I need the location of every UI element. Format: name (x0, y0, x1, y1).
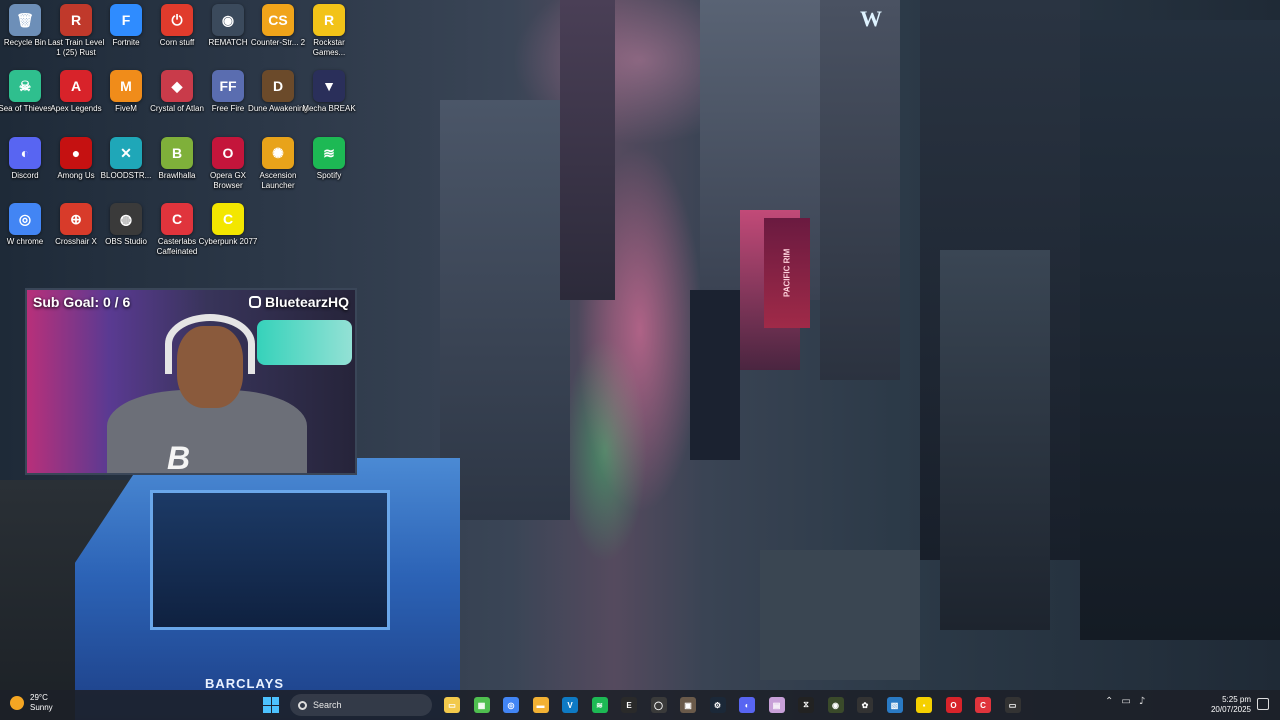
search-placeholder: Search (313, 700, 342, 710)
notification-icon[interactable] (1257, 698, 1269, 710)
chevron-up-icon[interactable]: ⌃ (1105, 696, 1113, 707)
chrome-taskbar-icon[interactable]: ◎ (503, 697, 519, 713)
weather-description: Sunny (30, 703, 53, 712)
free-fire-icon: FF (212, 70, 244, 102)
streamer-handle: BluetearzHQ (248, 294, 349, 310)
rust-icon: R (60, 4, 92, 36)
opera-taskbar-icon[interactable]: O (945, 697, 962, 713)
desktop-icon[interactable]: ▼ Mecha BREAK (299, 70, 359, 136)
wallpaper-building (560, 0, 615, 300)
desktop-icon[interactable]: ≋ Spotify (299, 137, 359, 203)
desktop-icon-label: Cyberpunk 2077 (198, 237, 258, 246)
search-icon (298, 700, 307, 710)
photos-icon[interactable]: ▤ (768, 697, 785, 713)
desktop-icon-label: Spotify (316, 171, 342, 180)
windows-logo-pane (263, 705, 271, 713)
windows-logo-pane (263, 697, 271, 705)
webcam-light-bar (257, 320, 352, 365)
wallpaper-building (760, 550, 920, 680)
chatgpt-icon[interactable]: ✿ (857, 697, 873, 713)
discord-taskbar-icon[interactable]: ◐ (739, 697, 755, 713)
ascension-icon: ✺ (262, 137, 294, 169)
system-tray: ⌃ ▭ ♪ (1105, 696, 1145, 707)
wallpaper-building (1080, 20, 1280, 640)
wallpaper-barclays-sign: BARCLAYS (205, 676, 285, 691)
spotify-icon: ≋ (313, 137, 345, 169)
crystal-icon: ◆ (161, 70, 193, 102)
wallpaper-building (690, 290, 740, 460)
windows-logo-pane (271, 705, 279, 713)
dune-icon: D (262, 70, 294, 102)
vscode-icon[interactable]: V (562, 697, 578, 713)
desktop-icon-label: Rockstar Games... (312, 38, 346, 57)
xbox-icon[interactable]: ◉ (827, 697, 844, 713)
headset-icon (165, 314, 255, 374)
power-icon: ⏻ (161, 4, 193, 36)
taskbar-clock[interactable]: 5:25 pm 20/07/2025 (1205, 695, 1251, 715)
desktop-icon-grid: 🗑 Recycle Bin R Last Train Level 1 (25) Rus… (0, 0, 360, 270)
wallpaper-billboard: PACIFIC RIM (764, 218, 810, 328)
casterlabs-icon: C (161, 203, 193, 235)
streamer-logo: B (167, 440, 191, 475)
among-us-icon: ● (60, 137, 92, 169)
casterlabs-taskbar-icon[interactable]: C (975, 697, 991, 713)
fortnite-icon: F (110, 4, 142, 36)
taskbar: 29°C Sunny Search ▭ ▦ ◎ ▬ V ≋ E ◯ ▣ ⚙ ◐ ▤ ⧖ ◉ ✿ ▧ ▪ O C ▭ ⌃… (0, 690, 1280, 720)
mecha-break-icon: ▼ (313, 70, 345, 102)
discord-icon: ◐ (9, 137, 41, 169)
crosshair-icon: ⊕ (60, 203, 92, 235)
cyberpunk-icon: C (212, 203, 244, 235)
webcam-overlay: B Sub Goal: 0 / 6 BluetearzHQ (25, 288, 357, 475)
recycle-bin-icon: 🗑 (9, 4, 41, 36)
windows-logo-pane (271, 697, 279, 705)
file-explorer-icon[interactable]: ▭ (444, 697, 460, 713)
wallpaper-building (940, 250, 1050, 630)
wallpaper-rooftop (150, 490, 390, 630)
sub-goal-label: Sub Goal: 0 / 6 (33, 294, 131, 310)
capcut-icon[interactable]: ⧖ (798, 697, 814, 713)
desktop-icon[interactable]: C Cyberpunk 2077 (198, 203, 258, 269)
instagram-icon (248, 296, 261, 308)
obs-icon: ◍ (110, 203, 142, 235)
sea-of-thieves-icon: ☠ (9, 70, 41, 102)
game-bar-icon[interactable]: ▭ (1004, 697, 1021, 713)
desktop-icon-label: Mecha BREAK (302, 104, 356, 113)
wallpaper-hotel-sign: W (860, 6, 882, 31)
weather-temperature: 29°C (30, 693, 48, 702)
wallpaper-building (820, 0, 900, 380)
photo-icon[interactable]: ▣ (680, 697, 696, 713)
steam-icon[interactable]: ⚙ (709, 697, 726, 713)
desktop-icon[interactable]: R Rockstar Games... (299, 4, 359, 70)
folder-icon[interactable]: ▬ (532, 697, 549, 713)
streamer-handle-text: BluetearzHQ (264, 294, 349, 310)
epic-games-icon[interactable]: E (621, 697, 637, 713)
rematch-icon: ◉ (212, 4, 244, 36)
start-button[interactable] (263, 697, 279, 713)
sun-icon (10, 696, 24, 710)
clock-date: 20/07/2025 (1210, 705, 1251, 714)
opera-gx-icon: O (212, 137, 244, 169)
spotify-taskbar-icon[interactable]: ≋ (591, 697, 608, 713)
sticky-notes-icon[interactable]: ▪ (916, 697, 932, 713)
circle-app-icon[interactable]: ◯ (650, 697, 667, 713)
rockstar-icon: R (313, 4, 345, 36)
brawlhalla-icon: B (161, 137, 193, 169)
weather-widget[interactable]: 29°C Sunny (10, 693, 53, 713)
counter-strike-icon: CS (262, 4, 294, 36)
image-viewer-icon[interactable]: ▧ (886, 697, 903, 713)
apex-icon: A (60, 70, 92, 102)
terminal-icon[interactable]: ▦ (473, 697, 490, 713)
volume-icon[interactable]: ♪ (1139, 696, 1145, 707)
wallpaper-building (440, 100, 570, 520)
clock-time: 5:25 pm (1222, 695, 1251, 704)
bloodstrike-icon: ✕ (110, 137, 142, 169)
fivem-icon: M (110, 70, 142, 102)
chrome-icon: ◎ (9, 203, 41, 235)
taskbar-search[interactable]: Search (290, 694, 432, 716)
network-icon[interactable]: ▭ (1121, 696, 1130, 707)
